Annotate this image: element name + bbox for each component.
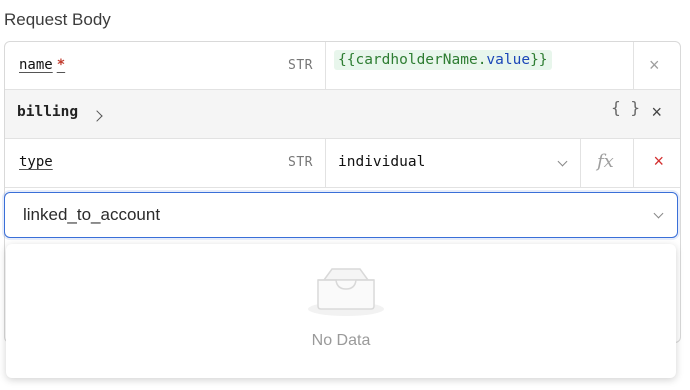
section-title: Request Body <box>4 10 111 29</box>
function-icon[interactable]: fx <box>597 151 614 172</box>
param-row-name: name * STR {{cardholderName.value}} × <box>5 42 680 90</box>
selected-value: individual <box>338 154 426 170</box>
close-icon[interactable]: × <box>651 102 662 123</box>
key-input[interactable] <box>23 203 623 227</box>
key-select-input[interactable] <box>4 192 678 238</box>
empty-inbox-icon <box>308 268 384 316</box>
remove-cell: × <box>633 42 680 89</box>
object-braces-icon[interactable]: { } <box>611 98 640 117</box>
options-dropdown: No Data <box>6 244 676 378</box>
key-cell[interactable]: type STR <box>5 139 326 187</box>
param-key[interactable]: billing <box>17 104 78 120</box>
param-row-billing[interactable]: billing { } × <box>5 90 680 139</box>
required-marker: * <box>56 57 66 73</box>
chevron-down-icon[interactable] <box>557 156 568 167</box>
param-key[interactable]: name * <box>19 57 65 73</box>
key-cell[interactable]: name * STR <box>5 42 326 89</box>
type-tag: STR <box>288 155 313 170</box>
close-icon[interactable]: × <box>649 55 660 76</box>
empty-message: No Data <box>311 332 371 349</box>
chevron-right-icon[interactable] <box>91 110 103 122</box>
fx-cell: fx <box>581 139 634 187</box>
param-key[interactable]: type <box>19 154 53 170</box>
param-row-type: type STR individual fx × <box>5 139 680 188</box>
expression-value[interactable]: {{cardholderName.value}} <box>334 50 552 70</box>
chevron-down-icon[interactable] <box>653 208 664 219</box>
value-cell[interactable]: {{cardholderName.value}} <box>326 42 632 89</box>
value-select[interactable]: individual <box>326 139 581 187</box>
type-tag: STR <box>288 58 313 73</box>
delete-icon[interactable]: × <box>653 151 664 172</box>
